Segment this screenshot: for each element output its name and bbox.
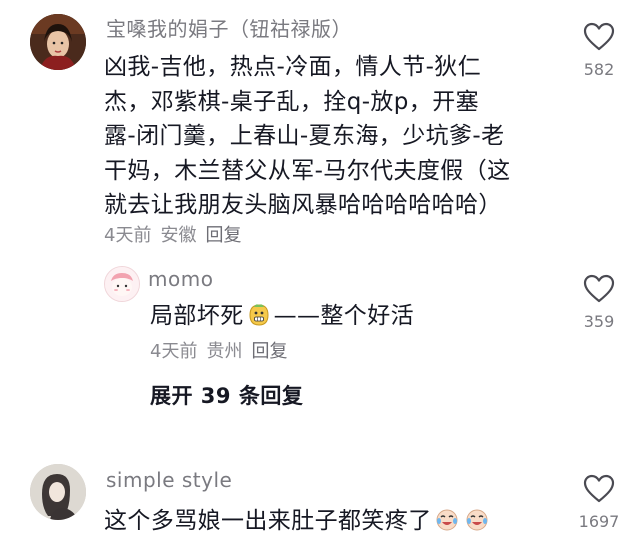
comment-text-line: 露-闭门羹，上春山-夏东海，少坑爹-老	[104, 123, 505, 149]
avatar-image	[105, 267, 139, 301]
comment-text: 这个多骂娘一出来肚子都笑疼了	[104, 504, 492, 539]
comment-text-line: 杰，邓紫棋-桌子乱，拴q-放p，开塞	[104, 88, 479, 115]
comment-text-line: 就去让我朋友头脑风暴哈哈哈哈哈哈）	[104, 192, 502, 218]
heart-outline-icon	[583, 274, 615, 303]
comment-username[interactable]: simple style	[106, 468, 232, 492]
reply-username[interactable]: momo	[148, 267, 213, 291]
avatar-image	[30, 14, 86, 70]
comment-time: 4天前	[104, 225, 152, 246]
comment-location: 安徽	[160, 225, 197, 246]
comment-text-line: 干妈，木兰替父从军-马尔代夫度假（这	[104, 157, 511, 184]
grimace-face-emoji	[249, 304, 269, 326]
reply-text-part: 局部坏死	[150, 303, 244, 329]
avatar[interactable]	[104, 266, 140, 302]
reply-time: 4天前	[150, 341, 198, 362]
avatar[interactable]	[30, 14, 86, 70]
reply-button[interactable]: 回复	[251, 341, 287, 362]
like-count: 1697	[578, 512, 620, 531]
reply-text: 局部坏死 ——整个好活	[150, 299, 414, 334]
comment-username[interactable]: 宝嗓我的娟子（钮祜禄版）	[106, 13, 352, 42]
comment-text-line: 凶我-吉他，热点-冷面，情人节-狄仁	[104, 54, 482, 80]
like-button[interactable]: 582	[577, 22, 621, 79]
heart-outline-icon	[583, 22, 615, 51]
comment-text-part: 这个多骂娘一出来肚子都笑疼了	[104, 508, 432, 534]
laughing-crying-emoji	[436, 509, 458, 531]
avatar-image	[30, 464, 86, 520]
comment-list: 宝嗓我的娟子（钮祜禄版） 凶我-吉他，热点-冷面，情人节-狄仁 杰，邓紫棋-桌子…	[0, 0, 640, 544]
like-button[interactable]: 359	[577, 274, 621, 331]
avatar[interactable]	[30, 464, 86, 520]
expand-replies-button[interactable]: 展开 39 条回复	[150, 380, 303, 410]
reply-button[interactable]: 回复	[205, 225, 241, 246]
reply-text-part: ——整个好活	[273, 303, 415, 329]
heart-outline-icon	[583, 474, 615, 503]
reply-meta: 4天前 贵州 回复	[150, 337, 296, 363]
like-count: 359	[583, 312, 615, 331]
comment-meta: 4天前 安徽 回复	[104, 221, 250, 247]
like-button[interactable]: 1697	[577, 474, 621, 531]
like-count: 582	[583, 60, 615, 79]
laughing-crying-emoji	[466, 509, 488, 531]
comment-text: 凶我-吉他，热点-冷面，情人节-狄仁 杰，邓紫棋-桌子乱，拴q-放p，开塞 露-…	[104, 50, 574, 223]
reply-location: 贵州	[206, 341, 243, 362]
